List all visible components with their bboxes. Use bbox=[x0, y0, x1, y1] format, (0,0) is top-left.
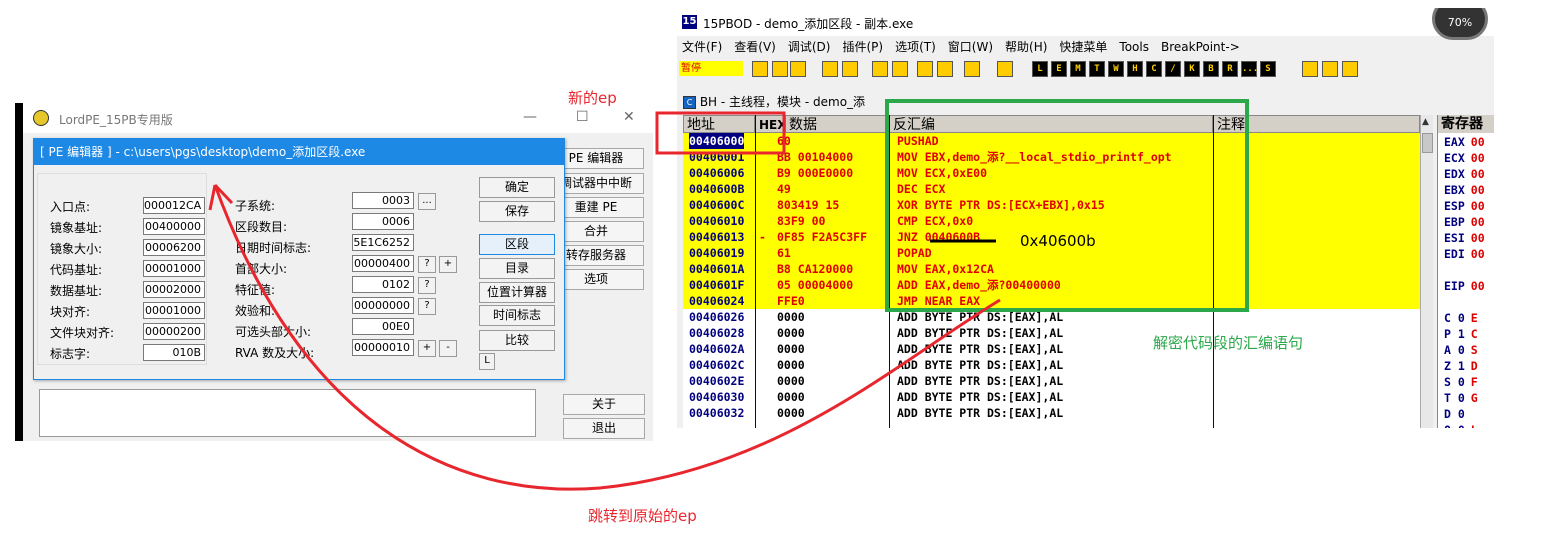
annotation-overlay bbox=[208, 99, 1249, 491]
annotation-jump-original-ep: 跳转到原始的ep bbox=[588, 507, 697, 525]
annotation-decrypt-code: 解密代码段的汇编语句 bbox=[1153, 334, 1304, 352]
annotation-address-note: 0x40600b bbox=[1020, 232, 1096, 250]
decrypt-code-highlight-box bbox=[885, 99, 1249, 312]
jump-arrow-curve bbox=[213, 184, 1001, 491]
annotation-new-ep: 新的ep bbox=[568, 89, 617, 107]
new-ep-highlight-box bbox=[655, 111, 786, 155]
